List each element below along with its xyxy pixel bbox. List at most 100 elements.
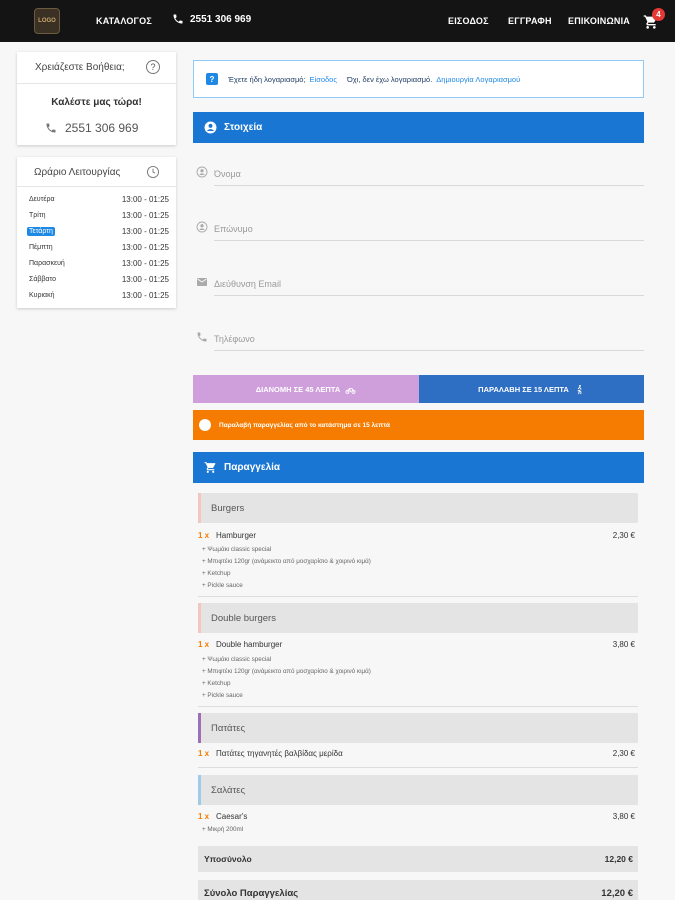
item-extra: + Ψωμάκι classic special [202,546,272,553]
order-title: Παραγγελία [224,462,281,473]
phone-field [193,325,644,355]
login-link[interactable]: Είσοδος [310,75,337,84]
details-title: Στοιχεία [224,122,263,133]
help-phone[interactable]: 2551 306 969 [45,121,138,135]
time-range: 13:00 - 01:25 [121,227,169,236]
item-qty: 1 x [198,749,210,758]
nav-phone-number: 2551 306 969 [190,13,252,25]
hours-row: Δευτέρα 13:00 - 01:25 [27,193,169,205]
nav-register-link[interactable]: ΕΓΓΡΑΦΗ [508,16,552,26]
user-icon [196,221,208,233]
cart-count-badge: 4 [652,8,665,21]
name-input[interactable] [214,162,644,186]
day-label: Τρίτη [29,212,46,219]
item-qty: 1 x [198,640,210,649]
category-name: Πατάτες [211,722,246,734]
cart-icon [204,462,216,473]
time-range: 13:00 - 01:25 [121,195,169,204]
bike-icon [345,387,356,394]
item-extra: + Ketchup [202,680,231,687]
info-circle-icon [199,419,211,431]
delivery-option-button[interactable]: ΔΙΑΝΟΜΗ ΣΕ 45 ΛΕΠΤΑ [193,375,419,403]
item-price: 2,30 € [612,531,635,540]
hours-title: Ωράριο Λειτουργίας [34,167,121,178]
phone-input[interactable] [214,327,644,351]
clock-icon [146,165,160,179]
time-range: 13:00 - 01:25 [121,275,169,284]
item-extra: + Ψωμάκι classic special [202,656,272,663]
phone-icon [197,332,207,342]
help-call-text: Καλέστε μας τώρα! [51,97,142,108]
total-label: Σύνολο Παραγγελίας [204,888,299,899]
subtotal-value: 12,20 € [604,854,633,864]
phone-icon [46,123,56,133]
item-qty: 1 x [198,531,210,540]
question-icon: ? [146,60,160,74]
day-label: Πέμπτη [29,244,53,251]
brand-logo[interactable]: LOGO [34,8,60,34]
item-name: Hamburger [216,531,257,540]
top-navbar: LOGO ΚΑΤΑΛΟΓΟΣ 2551 306 969 ΕΙΣΟΔΟΣ ΕΓΓΡ… [0,0,675,42]
hours-row: Τρίτη 13:00 - 01:25 [27,209,169,221]
divider [198,767,638,768]
pickup-label: ΠΑΡΑΛΑΒΗ ΣΕ 15 ΛΕΠΤΑ [478,384,569,394]
divider [198,596,638,597]
item-price: 2,30 € [612,749,635,758]
subtotal-label: Υποσύνολο [204,854,252,864]
item-price: 3,80 € [612,812,635,821]
item-extra: + Pickle sauce [202,692,243,699]
help-card: Χρειάζεστε Βοήθεια; ? Καλέστε μας τώρα! … [17,52,176,145]
item-extra: + Μικρή 200ml [202,826,244,833]
has-account-text: Έχετε ήδη λογαριασμό; [228,74,306,84]
email-field [193,270,644,300]
help-title: Χρειάζεστε Βοήθεια; [35,62,125,73]
order-section-header: Παραγγελία [193,452,644,483]
category-header-potatoes: Πατάτες [198,713,638,743]
email-input[interactable] [214,272,644,296]
category-color-bar [198,713,201,743]
user-icon [196,166,208,178]
create-account-link[interactable]: Δημιουργία Λογαριασμού [436,75,520,84]
nav-catalog-link[interactable]: ΚΑΤΑΛΟΓΟΣ [96,16,152,26]
pickup-option-button[interactable]: ΠΑΡΑΛΑΒΗ ΣΕ 15 ΛΕΠΤΑ [419,375,644,403]
category-name: Double burgers [211,612,276,624]
total-value: 12,20 € [601,888,633,899]
divider [198,706,638,707]
item-price: 3,80 € [612,640,635,649]
details-section-header: Στοιχεία [193,112,644,143]
subtotal-row: Υποσύνολο 12,20 € [198,846,638,872]
hours-row-today: Τετάρτη 13:00 - 01:25 [27,225,169,237]
day-label: Παρασκευή [29,260,65,267]
hours-row: Σάββατο 13:00 - 01:25 [27,273,169,285]
hours-row: Παρασκευή 13:00 - 01:25 [27,257,169,269]
divider [17,186,176,187]
day-label: Κυριακή [29,292,55,299]
pickup-notice-banner: Παραλαβή παραγγελίας από το κατάστημα σε… [193,410,644,440]
surname-input[interactable] [214,217,644,241]
hours-row: Πέμπτη 13:00 - 01:25 [27,241,169,253]
no-account-text: Όχι, δεν έχω λογαριασμό. [346,74,433,84]
category-color-bar [198,775,201,805]
help-phone-number: 2551 306 969 [65,121,139,135]
login-prompt-box: ? Έχετε ήδη λογαριασμό; Είσοδος Όχι, δεν… [193,60,644,98]
notice-text: Παραλαβή παραγγελίας από το κατάστημα σε… [219,421,390,429]
time-range: 13:00 - 01:25 [121,243,169,252]
walking-icon [577,384,582,394]
phone-icon [173,14,183,24]
item-extra: + Μπιφτέκι 120gr (ανάμεικτο από μοσχαρίσ… [202,668,371,675]
category-color-bar [198,603,201,633]
name-field [193,160,644,190]
nav-contact-link[interactable]: ΕΠΙΚΟΙΝΩΝΙΑ [568,16,630,26]
category-header-burgers: Burgers [198,493,638,523]
day-label: Σάββατο [29,276,57,283]
category-name: Burgers [211,502,245,514]
item-extra: + Μπιφτέκι 120gr (ανάμεικτο από μοσχαρίσ… [202,558,371,565]
category-color-bar [198,493,201,523]
surname-field [193,215,644,245]
nav-phone[interactable]: 2551 306 969 [172,13,251,25]
email-icon [197,278,207,286]
time-range: 13:00 - 01:25 [121,259,169,268]
nav-login-link[interactable]: ΕΙΣΟΔΟΣ [448,16,489,26]
item-qty: 1 x [198,812,210,821]
hours-row: Κυριακή 13:00 - 01:25 [27,289,169,301]
